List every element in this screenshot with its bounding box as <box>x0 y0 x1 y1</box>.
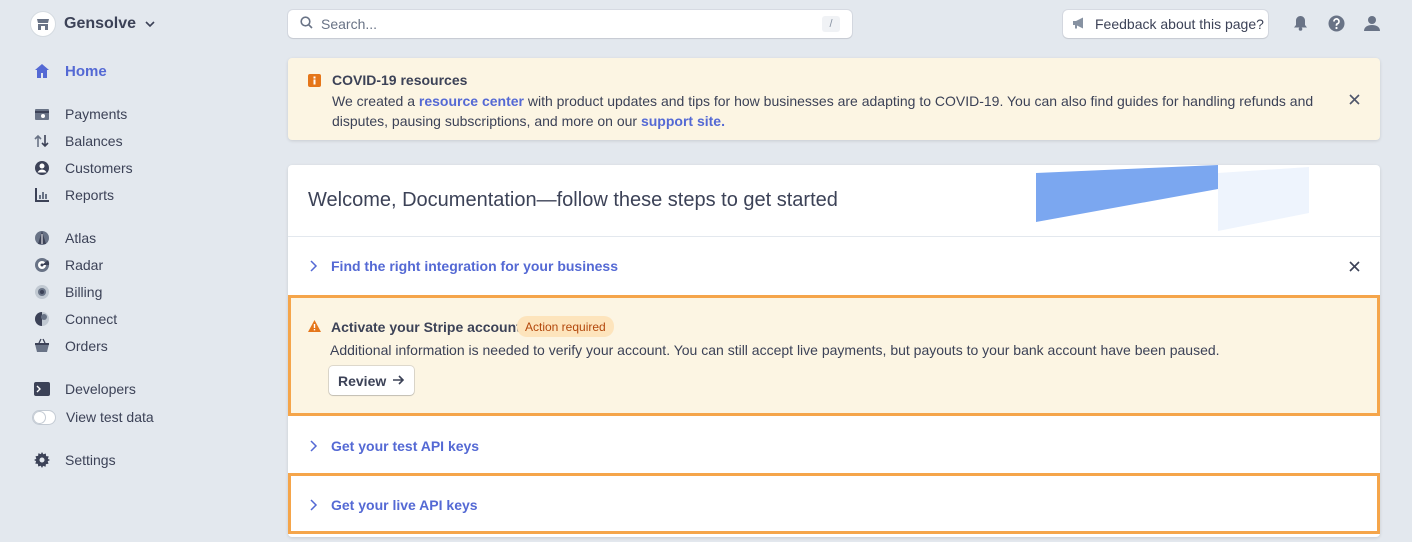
sidebar-item-label: Payments <box>65 106 128 122</box>
feedback-label: Feedback about this page? <box>1095 16 1264 32</box>
close-icon[interactable] <box>1349 92 1360 108</box>
step-label: Find the right integration for your busi… <box>331 258 619 274</box>
step-test-api-keys[interactable]: Get your test API keys <box>288 417 1380 473</box>
sidebar-item-radar[interactable]: Radar <box>34 254 103 276</box>
sidebar-item-orders[interactable]: Orders <box>34 335 108 357</box>
terminal-icon <box>34 381 50 397</box>
balances-icon <box>34 133 50 149</box>
page-title: Welcome, Documentation—follow these step… <box>308 189 838 211</box>
sidebar-item-connect[interactable]: Connect <box>34 308 117 330</box>
sidebar-item-payments[interactable]: Payments <box>34 103 127 125</box>
info-icon <box>308 74 321 90</box>
sidebar-item-label: Orders <box>65 338 108 354</box>
sidebar-item-atlas[interactable]: Atlas <box>34 227 96 249</box>
close-icon[interactable] <box>1349 259 1360 275</box>
sidebar-item-label: Connect <box>65 311 118 327</box>
view-test-data-toggle[interactable]: View test data <box>32 406 154 428</box>
review-label: Review <box>338 372 387 389</box>
sidebar-item-label: Home <box>65 62 107 80</box>
review-button[interactable]: Review <box>329 366 415 395</box>
sidebar-item-label: Developers <box>65 381 136 397</box>
sidebar-item-home[interactable]: Home <box>34 60 107 82</box>
decorative-graphic <box>1036 165 1309 231</box>
toggle-label: View test data <box>66 409 154 425</box>
user-icon[interactable] <box>1363 14 1381 32</box>
sidebar-item-label: Atlas <box>65 230 97 246</box>
step-live-api-keys[interactable]: Get your live API keys <box>288 473 1380 534</box>
account-name: Gensolve <box>64 15 137 32</box>
banner-text: . <box>721 113 725 129</box>
support-site-link[interactable]: support site <box>641 113 721 129</box>
atlas-icon <box>34 230 50 246</box>
toggle-switch[interactable] <box>32 409 56 425</box>
resource-center-link[interactable]: resource center <box>419 93 524 109</box>
sidebar-item-developers[interactable]: Developers <box>34 378 136 400</box>
sidebar-item-label: Customers <box>65 160 133 176</box>
chevron-right-icon <box>308 498 318 514</box>
chevron-right-icon <box>308 259 318 275</box>
sidebar-item-label: Settings <box>65 452 116 468</box>
payments-icon <box>34 106 50 122</box>
search-input[interactable] <box>321 16 822 32</box>
radar-icon <box>34 257 50 273</box>
warning-icon <box>308 319 321 335</box>
sidebar-item-reports[interactable]: Reports <box>34 184 114 206</box>
chevron-down-icon <box>144 18 156 30</box>
reports-icon <box>34 187 50 203</box>
basket-icon <box>34 338 50 354</box>
search-icon <box>300 16 313 32</box>
search-bar[interactable]: / <box>288 10 852 38</box>
step-label: Get your test API keys <box>331 438 480 454</box>
connect-icon <box>34 311 50 327</box>
banner-body: We created a resource center with produc… <box>332 91 1322 131</box>
card-header: Welcome, Documentation—follow these step… <box>288 165 1380 237</box>
sidebar-item-label: Balances <box>65 133 123 149</box>
billing-icon <box>34 284 50 300</box>
search-shortcut-hint: / <box>822 16 840 32</box>
banner-text: We created a <box>332 93 419 109</box>
sidebar: Gensolve Home Payments Balances Customer… <box>0 0 270 542</box>
account-switcher[interactable]: Gensolve <box>30 11 156 37</box>
sidebar-item-customers[interactable]: Customers <box>34 157 133 179</box>
chevron-right-icon <box>308 439 318 455</box>
step-activate-account: Activate your Stripe account Action requ… <box>288 295 1380 416</box>
sidebar-item-settings[interactable]: Settings <box>34 449 116 471</box>
megaphone-icon <box>1072 16 1086 32</box>
arrow-right-icon <box>392 373 405 389</box>
feedback-button[interactable]: Feedback about this page? <box>1063 10 1268 38</box>
store-icon <box>30 11 56 37</box>
step-find-integration[interactable]: Find the right integration for your busi… <box>288 237 1380 295</box>
activate-description: Additional information is needed to veri… <box>330 342 1220 358</box>
step-label: Get your live API keys <box>331 497 478 513</box>
bell-icon[interactable] <box>1291 14 1309 32</box>
banner-title: COVID-19 resources <box>332 72 468 88</box>
covid-banner: COVID-19 resources We created a resource… <box>288 58 1380 140</box>
sidebar-item-label: Radar <box>65 257 104 273</box>
sidebar-item-balances[interactable]: Balances <box>34 130 123 152</box>
sidebar-item-label: Billing <box>65 284 103 300</box>
status-badge: Action required <box>517 316 614 337</box>
gear-icon <box>34 452 50 468</box>
customers-icon <box>34 160 50 176</box>
home-icon <box>34 63 50 79</box>
activate-title: Activate your Stripe account <box>331 319 521 335</box>
sidebar-item-billing[interactable]: Billing <box>34 281 102 303</box>
help-icon[interactable] <box>1327 14 1345 32</box>
sidebar-item-label: Reports <box>65 187 115 203</box>
